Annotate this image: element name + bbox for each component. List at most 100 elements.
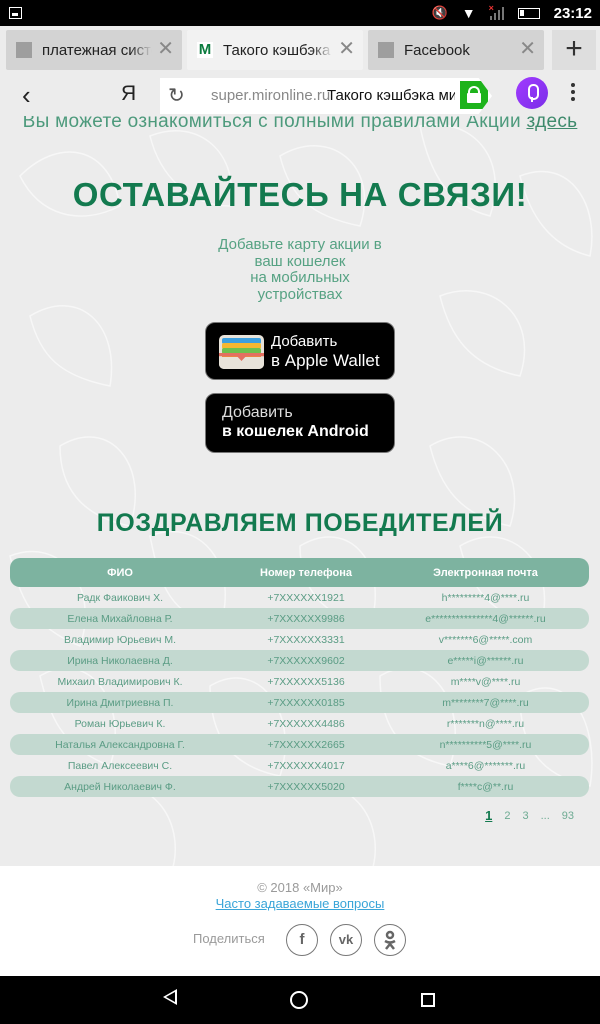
- winner-name: Владимир Юрьевич М.: [63, 633, 177, 646]
- winner-name: Ирина Николаевна Д.: [67, 654, 173, 667]
- winner-phone: +7XXXXXX3331: [267, 633, 345, 646]
- clock: 23:12: [553, 4, 592, 22]
- table-row: Владимир Юрьевич М. +7XXXXXX3331 v*******6…: [10, 629, 589, 650]
- new-tab-button[interactable]: +: [552, 30, 596, 70]
- winner-phone: +7XXXXXX5136: [267, 675, 345, 688]
- favicon-icon: [378, 42, 394, 58]
- close-tab-icon[interactable]: ✕: [157, 39, 174, 59]
- table-row: Елена Михайловна Р. +7XXXXXX9986 e********…: [10, 608, 589, 629]
- battery-icon: [517, 7, 540, 19]
- page-ellipsis: ...: [540, 810, 550, 822]
- nav-recents-icon[interactable]: [421, 993, 435, 1007]
- table-body: Радк Фаикович Х. +7XXXXXX1921 h*********4@…: [10, 587, 589, 797]
- table-row: Ирина Дмитриевна П. +7XXXXXX0185 m********…: [10, 692, 589, 713]
- winner-phone: +7XXXXXX4017: [267, 759, 345, 772]
- yandex-icon[interactable]: Я: [121, 82, 136, 106]
- header-email: Электронная почта: [433, 566, 538, 579]
- copyright: © 2018 «Мир»: [257, 880, 343, 895]
- lock-icon[interactable]: [460, 81, 488, 109]
- winner-name: Павел Алексеевич С.: [67, 759, 173, 772]
- winner-email: a****6@*******.ru: [445, 759, 526, 772]
- table-row: Радк Фаикович Х. +7XXXXXX1921 h*********4@…: [10, 587, 589, 608]
- winner-email: e*****i@******.ru: [447, 654, 524, 667]
- winner-name: Наталья Александровна Г.: [55, 738, 185, 751]
- wifi-icon: ▼: [461, 5, 476, 21]
- nav-home-icon[interactable]: [290, 991, 308, 1009]
- winner-email: h*********4@****.ru: [441, 591, 530, 604]
- page-content: Вы можете ознакомиться с полными правила…: [0, 116, 600, 866]
- table-row: Павел Алексеевич С. +7XXXXXX4017 a****6@**…: [10, 755, 589, 776]
- winner-email: f****c@**.ru: [457, 780, 514, 793]
- voice-assistant-mic-icon[interactable]: [516, 77, 548, 109]
- more-menu-icon[interactable]: [569, 83, 577, 104]
- winner-email: m****v@****.ru: [450, 675, 521, 688]
- reload-icon[interactable]: ↻: [168, 83, 185, 108]
- winner-name: Елена Михайловна Р.: [67, 612, 173, 625]
- table-row: Андрей Николаевич Ф. +7XXXXXX5020 f****c@*…: [10, 776, 589, 797]
- gallery-notification-icon: [9, 7, 22, 19]
- system-nav-bar: [0, 976, 600, 1024]
- close-tab-icon[interactable]: ✕: [338, 39, 355, 59]
- tab-cashback[interactable]: M Такого кэшбэка мир ✕: [187, 30, 363, 70]
- page-link[interactable]: 3: [522, 810, 528, 823]
- rules-text: Вы можете ознакомиться с полными правила…: [0, 116, 600, 133]
- status-bar: 🔇 ▼ × 23:12: [0, 0, 600, 26]
- faq-link[interactable]: Часто задаваемые вопросы: [216, 896, 385, 911]
- share-label: Поделиться: [193, 931, 265, 946]
- table-row: Михаил Владимирович К. +7XXXXXX5136 m****v…: [10, 671, 589, 692]
- winner-phone: +7XXXXXX0185: [267, 696, 345, 709]
- tab-strip: платежная система Мир ✕ M Такого кэшбэка…: [0, 26, 600, 72]
- winner-email: v*******6@*****.com: [438, 633, 533, 646]
- facebook-share-icon[interactable]: f: [286, 924, 318, 956]
- mute-icon: 🔇: [431, 5, 448, 20]
- no-signal-icon: ×: [489, 3, 504, 20]
- nav-back-icon[interactable]: [163, 989, 177, 1005]
- winner-name: Михаил Владимирович К.: [57, 675, 183, 688]
- add-to-android-wallet-button[interactable]: Добавить в кошелек Android: [205, 393, 395, 453]
- tab-payment-system[interactable]: платежная система Мир ✕: [6, 30, 182, 70]
- add-to-apple-wallet-button[interactable]: Добавить в Apple Wallet: [205, 322, 395, 380]
- page-last[interactable]: 93: [562, 810, 574, 823]
- tab-title: платежная система Мир: [42, 41, 152, 59]
- odnoklassniki-share-icon[interactable]: [374, 924, 406, 956]
- winner-email: e***************4@******.ru: [425, 612, 546, 625]
- table-header: ФИО Номер телефона Электронная почта: [10, 558, 589, 587]
- page-current[interactable]: 1: [485, 808, 492, 823]
- back-icon[interactable]: ‹: [22, 80, 31, 111]
- vk-share-icon[interactable]: vk: [330, 924, 362, 956]
- pagination: 1 2 3 ... 93: [485, 808, 574, 823]
- header-phone: Номер телефона: [260, 566, 352, 579]
- close-tab-icon[interactable]: ✕: [519, 39, 536, 59]
- rules-link[interactable]: здесь: [526, 116, 577, 132]
- winner-phone: +7XXXXXX4486: [267, 717, 345, 730]
- winner-name: Ирина Дмитриевна П.: [66, 696, 174, 709]
- winner-phone: +7XXXXXX5020: [267, 780, 345, 793]
- winner-phone: +7XXXXXX2665: [267, 738, 345, 751]
- winner-phone: +7XXXXXX1921: [267, 591, 345, 604]
- table-row: Ирина Николаевна Д. +7XXXXXX9602 e*****i@*…: [10, 650, 589, 671]
- winners-table: ФИО Номер телефона Электронная почта Рад…: [10, 558, 589, 797]
- winners-heading: ПОЗДРАВЛЯЕМ ПОБЕДИТЕЛЕЙ: [96, 509, 504, 537]
- stay-connected-heading: ОСТАВАЙТЕСЬ НА СВЯЗИ!: [72, 176, 528, 213]
- winner-email: n**********5@****.ru: [439, 738, 532, 751]
- url-host: super.mironline.ru: [211, 87, 331, 104]
- tab-facebook[interactable]: Facebook ✕: [368, 30, 544, 70]
- tab-title: Такого кэшбэка мир: [223, 41, 333, 59]
- footer: © 2018 «Мир» Часто задаваемые вопросы По…: [0, 866, 600, 976]
- mir-favicon-icon: M: [197, 41, 213, 58]
- winner-name: Андрей Николаевич Ф.: [64, 780, 176, 793]
- winner-phone: +7XXXXXX9602: [267, 654, 345, 667]
- winner-email: r*******n@****.ru: [446, 717, 525, 730]
- page-link[interactable]: 2: [504, 810, 510, 823]
- tab-title: Facebook: [404, 41, 470, 59]
- winner-name: Радк Фаикович Х.: [76, 591, 164, 604]
- url-page-title: Такого кэшбэка мир: [327, 87, 455, 104]
- url-field[interactable]: ↻ super.mironline.ru Такого кэшбэка мир: [160, 78, 492, 114]
- wallet-subtitle: Добавьте карту акции в ваш кошелек на мо…: [218, 236, 382, 303]
- winner-name: Роман Юрьевич К.: [74, 717, 166, 730]
- table-row: Роман Юрьевич К. +7XXXXXX4486 r*******n@**…: [10, 713, 589, 734]
- favicon-icon: [16, 42, 32, 58]
- address-bar: ‹ Я ↻ super.mironline.ru Такого кэшбэка …: [0, 72, 600, 116]
- table-row: Наталья Александровна Г. +7XXXXXX2665 n***…: [10, 734, 589, 755]
- winner-email: m********7@****.ru: [442, 696, 529, 709]
